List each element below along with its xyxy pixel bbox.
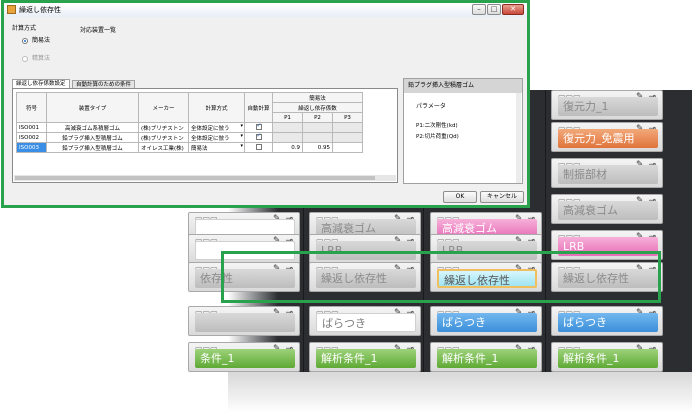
node-tile[interactable]: ▭▭▭✎ ⊸制振部材 <box>551 158 663 188</box>
radio-detailed[interactable]: 精算法 <box>22 54 82 64</box>
device-grid-panel: 符号 装置タイプ メーカー 計算方式 自動計算 簡易法 繰返し依存係数 P1 P… <box>12 88 398 183</box>
cell-type: 鉛プラグ挿入型積層ゴム <box>46 142 139 153</box>
radio-selected-indicator <box>22 38 28 44</box>
cell-p1 <box>272 122 303 133</box>
cell-p2[interactable]: 0.95 <box>302 142 333 153</box>
node-tile-label: ばらつき <box>316 313 416 332</box>
parameter-panel: 鉛プラグ挿入型積層ゴム パラメータ P1:二次剛性(kd) P2:切片荷重(Qd… <box>403 78 523 184</box>
parameter-title: パラメータ <box>416 103 446 110</box>
col-header-coefficient: 繰返し依存係数 <box>272 102 363 113</box>
device-list-title: 対応装置一覧 <box>80 27 117 34</box>
table-row[interactable]: ISO002 鉛プラグ挿入型積層ゴム (株)ブリヂストン 全体設定に倣う <box>16 132 363 143</box>
cell-p2 <box>302 132 333 143</box>
node-tile[interactable]: ▭▭▭✎ ⊸ばらつき <box>309 306 421 336</box>
auto-calc-checkbox[interactable] <box>255 122 262 131</box>
tab-auto-calc-conditions[interactable]: 自動計算のための条件 <box>72 80 136 88</box>
cancel-button[interactable]: キャンセル <box>480 191 524 203</box>
node-tile-label: 解析条件_1 <box>316 349 416 368</box>
cell-method-select[interactable]: 全体設定に倣う <box>188 122 245 133</box>
cell-p1[interactable]: 0.9 <box>272 142 303 153</box>
node-tile[interactable]: ▭▭▭✎ ⊸復元力_1 <box>551 90 663 120</box>
col-header-id: 符号 <box>16 92 47 123</box>
col-header-method: 計算方式 <box>188 92 245 123</box>
node-tile-label: 高減衰ゴム <box>558 201 658 220</box>
node-tile[interactable]: ▭▭▭✎ ⊸復元力_免震用 <box>551 122 663 152</box>
node-tile[interactable]: ▭▭▭✎ ⊸解析条件_1 <box>430 342 542 372</box>
device-grid: 符号 装置タイプ メーカー 計算方式 自動計算 簡易法 繰返し依存係数 P1 P… <box>16 92 363 153</box>
node-tile-label: 解析条件_1 <box>437 349 537 368</box>
cell-method-select[interactable]: 簡易法 <box>188 142 245 153</box>
node-tile[interactable]: ▭▭▭✎ ⊸解析条件_1 <box>309 342 421 372</box>
node-tile-label: 条件_1 <box>195 349 295 368</box>
radio-indicator <box>22 56 28 62</box>
col-header-auto: 自動計算 <box>244 92 273 123</box>
cell-p3 <box>332 132 363 143</box>
radio-simple[interactable]: 簡易法 <box>22 36 82 46</box>
table-row-selected[interactable]: ISO003 鉛プラグ挿入型積層ゴム オイレス工業(株) 簡易法 0.9 0.9… <box>16 142 363 153</box>
auto-calc-checkbox[interactable] <box>255 144 262 151</box>
node-tile[interactable]: ▭▭▭✎ ⊸ばらつき <box>551 306 663 336</box>
node-tile-label: 解析条件_1 <box>558 349 658 368</box>
cell-maker: オイレス工業(株) <box>138 142 189 153</box>
node-tile-label: 制振部材 <box>558 165 658 184</box>
vertical-scrollbar[interactable] <box>516 93 521 183</box>
close-button[interactable]: ✕ <box>502 4 524 15</box>
auto-calc-checkbox[interactable] <box>255 132 262 141</box>
calc-method-label: 計算方式 <box>12 25 37 32</box>
radio-detailed-label: 精算法 <box>32 55 51 62</box>
dialog-titlebar[interactable]: 繰返し依存性 – □ ✕ <box>4 3 527 17</box>
cell-maker: (株)ブリヂストン <box>138 122 189 133</box>
background-footer <box>228 372 692 413</box>
node-tile-label: 復元力_1 <box>558 97 658 116</box>
node-tile[interactable]: ▭▭▭✎ ⊸高減衰ゴム <box>551 194 663 224</box>
app-icon <box>7 5 16 14</box>
col-header-maker: メーカー <box>138 92 189 123</box>
node-tile-label: ばらつき <box>558 313 658 332</box>
horizontal-scrollbar[interactable] <box>14 175 396 181</box>
node-tile-label <box>195 313 295 332</box>
cell-maker: (株)ブリヂストン <box>138 132 189 143</box>
dialog-title: 繰返し依存性 <box>19 6 61 14</box>
col-header-p3: P3 <box>332 112 363 123</box>
parameter-line-p1: P1:二次剛性(kd) <box>416 123 458 129</box>
highlight-box-repeat-dependency-row <box>221 251 661 303</box>
cell-p1 <box>272 132 303 143</box>
node-tile[interactable]: ▭▭▭✎ ⊸ばらつき <box>430 306 542 336</box>
cell-p3 <box>332 122 363 133</box>
col-header-simple: 簡易法 <box>272 92 363 103</box>
node-tile[interactable]: ▭▭▭✎ ⊸解析条件_1 <box>551 342 663 372</box>
minimize-button[interactable]: – <box>472 4 486 15</box>
screenshot-stage: ▭▭▭✎ ⊸▭▭▭✎ ⊸▭▭▭✎ ⊸依存性▭▭▭✎ ⊸▭▭▭✎ ⊸条件_1▭▭▭… <box>0 0 692 413</box>
maximize-button[interactable]: □ <box>487 4 501 15</box>
col-header-type: 装置タイプ <box>46 92 139 123</box>
column-divider <box>545 90 546 380</box>
ok-button[interactable]: OK <box>443 191 477 203</box>
node-tile[interactable]: ▭▭▭✎ ⊸ <box>188 306 300 336</box>
scrollbar-thumb[interactable] <box>15 176 375 180</box>
cell-auto[interactable] <box>244 122 273 133</box>
cell-type: 鉛プラグ挿入型積層ゴム <box>46 132 139 143</box>
cell-p2 <box>302 122 333 133</box>
node-tile[interactable]: ▭▭▭✎ ⊸条件_1 <box>188 342 300 372</box>
tab-repeat-coefficient[interactable]: 繰返し依存係数設定 <box>12 79 70 88</box>
cell-method-select[interactable]: 全体設定に倣う <box>188 132 245 143</box>
parameter-panel-header: 鉛プラグ挿入型積層ゴム <box>404 79 522 93</box>
repeat-dependency-dialog: 繰返し依存性 – □ ✕ 計算方式 簡易法 精算法 対応装置一覧 繰返し依存係数… <box>1 0 530 208</box>
radio-simple-label: 簡易法 <box>32 37 51 44</box>
parameter-line-p2: P2:切片荷重(Qd) <box>416 134 459 140</box>
cell-id[interactable]: ISO002 <box>16 132 47 143</box>
cell-id[interactable]: ISO003 <box>16 142 47 153</box>
col-header-p2: P2 <box>302 112 333 123</box>
node-tile-label: ばらつき <box>437 313 537 332</box>
cell-auto[interactable] <box>244 142 273 153</box>
node-tile-label: 復元力_免震用 <box>558 129 658 148</box>
cell-id[interactable]: ISO001 <box>16 122 47 133</box>
col-header-p1: P1 <box>272 112 303 123</box>
cell-auto[interactable] <box>244 132 273 143</box>
table-row[interactable]: ISO001 高減衰ゴム系積層ゴム (株)ブリヂストン 全体設定に倣う <box>16 122 363 133</box>
cell-p3[interactable] <box>332 142 363 153</box>
cell-type: 高減衰ゴム系積層ゴム <box>46 122 139 133</box>
